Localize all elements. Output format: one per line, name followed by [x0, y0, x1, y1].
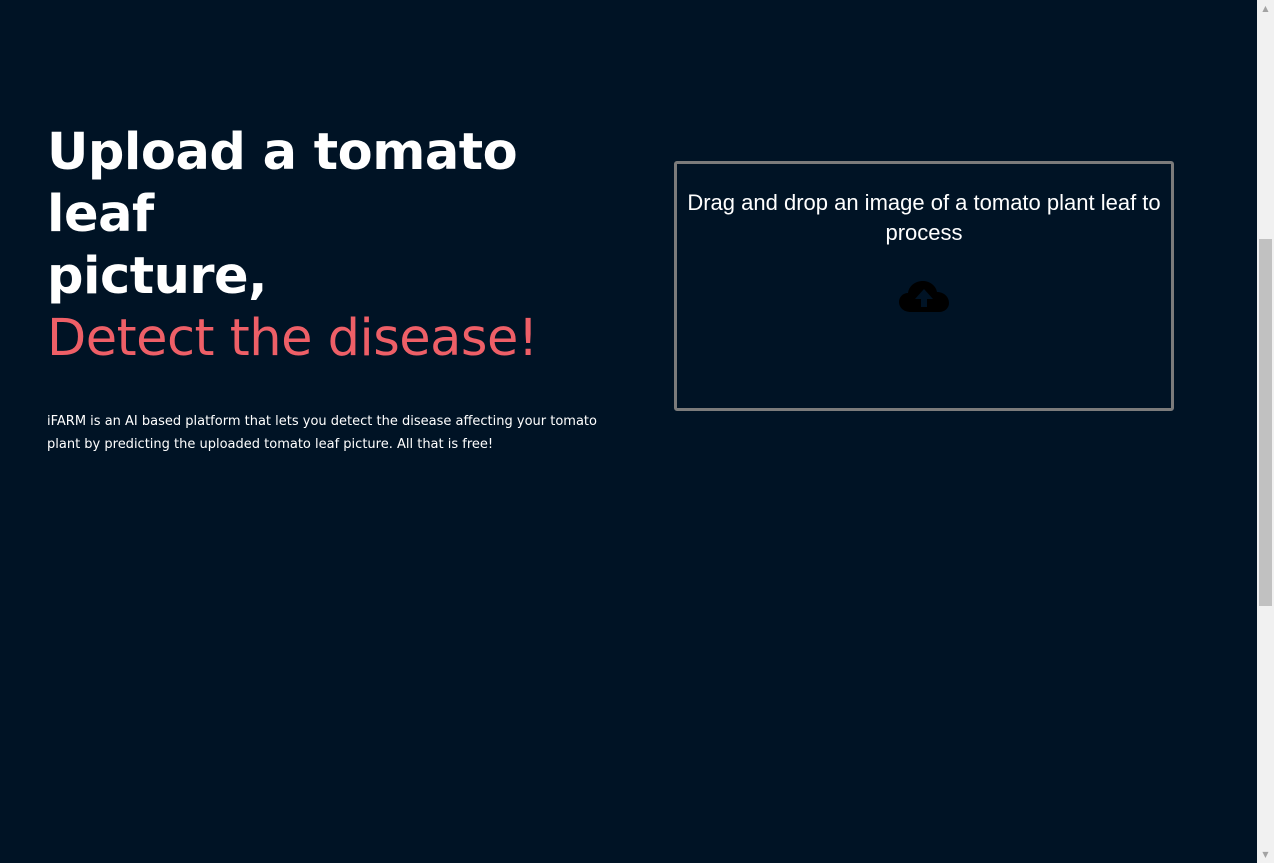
hero-section: Upload a tomato leaf picture, Detect the…	[47, 122, 627, 456]
page: Upload a tomato leaf picture, Detect the…	[0, 0, 1257, 863]
hero-title-accent: Detect the disease!	[47, 309, 538, 368]
hero-title: Upload a tomato leaf picture, Detect the…	[47, 122, 627, 370]
scroll-up-arrow-icon[interactable]: ▲	[1257, 0, 1274, 17]
scroll-down-arrow-icon[interactable]: ▼	[1257, 846, 1274, 863]
hero-title-line-2: picture,	[47, 247, 268, 306]
image-dropzone[interactable]: Drag and drop an image of a tomato plant…	[674, 161, 1174, 411]
hero-title-line-1: Upload a tomato leaf	[47, 123, 518, 244]
hero-description: iFARM is an AI based platform that lets …	[47, 414, 597, 452]
scroll-thumb[interactable]	[1259, 239, 1272, 606]
dropzone-label: Drag and drop an image of a tomato plant…	[687, 190, 1161, 245]
vertical-scrollbar[interactable]: ▲ ▼	[1257, 0, 1274, 863]
cloud-upload-icon	[899, 281, 949, 312]
